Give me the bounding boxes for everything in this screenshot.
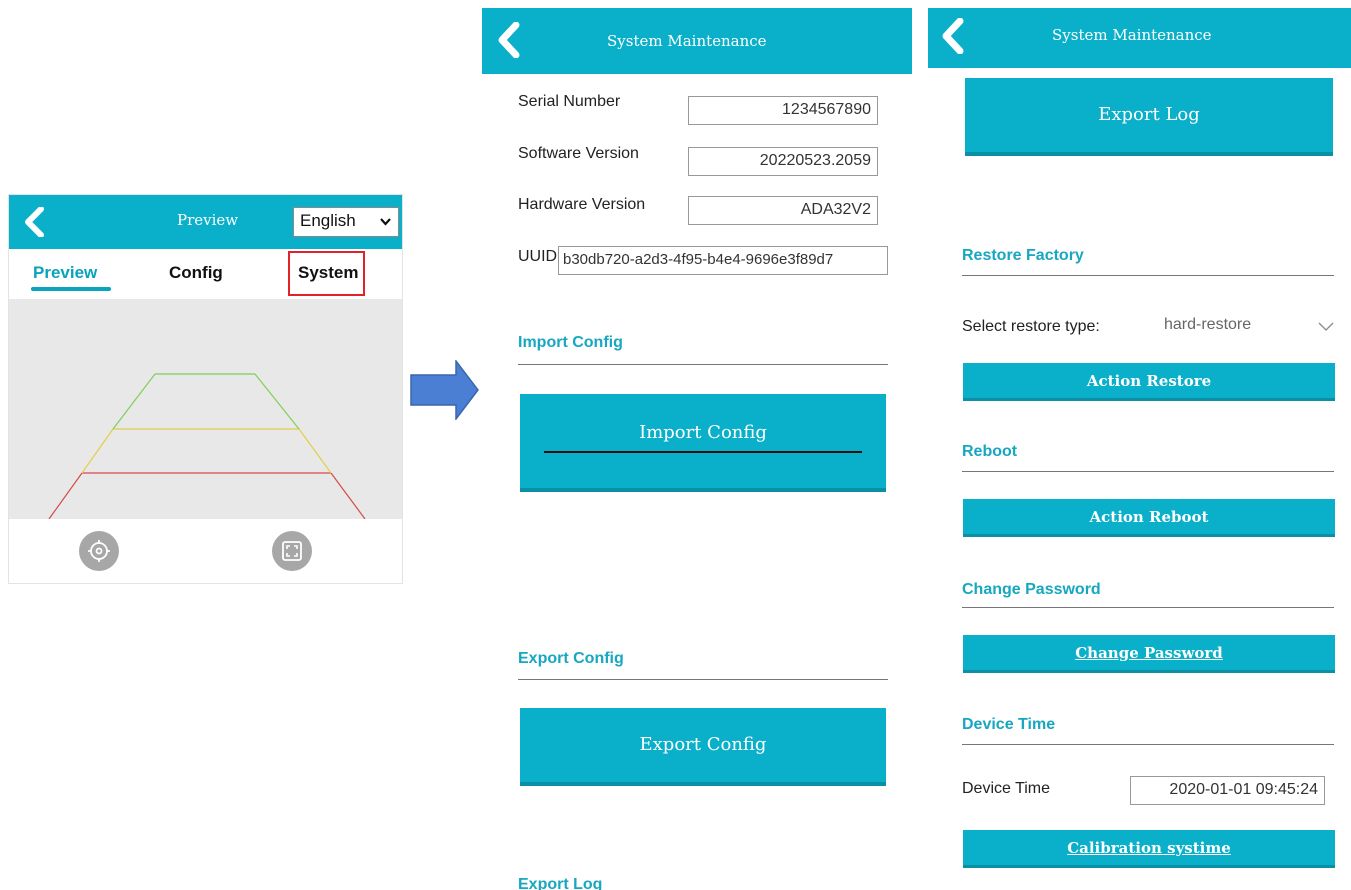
page-title: System Maintenance (1052, 26, 1212, 44)
export-config-section-title: Export Config (518, 650, 624, 667)
maintenance-header: System Maintenance (482, 8, 912, 74)
divider (962, 607, 1334, 608)
page-title: Preview (177, 211, 239, 229)
active-tab-indicator (31, 287, 111, 291)
action-reboot-button[interactable]: Action Reboot (963, 499, 1335, 537)
chevron-down-icon (380, 218, 391, 226)
export-config-button-label: Export Config (639, 734, 767, 755)
import-config-section-title: Import Config (518, 334, 623, 351)
calibration-systime-label: Calibration systime (1067, 839, 1231, 857)
chevron-down-icon[interactable] (1318, 322, 1334, 332)
divider (962, 744, 1334, 745)
back-chevron-icon[interactable] (496, 22, 520, 58)
import-config-button-label: Import Config (639, 422, 767, 443)
language-select[interactable]: English (293, 207, 399, 237)
hardware-version-label: Hardware Version (518, 196, 646, 213)
software-version-label: Software Version (518, 145, 639, 162)
export-log-button[interactable]: Export Log (965, 78, 1333, 156)
restore-factory-section-title: Restore Factory (962, 247, 1084, 264)
uuid-label: UUID (518, 248, 558, 265)
action-reboot-label: Action Reboot (1089, 508, 1209, 526)
calibration-systime-button[interactable]: Calibration systime (963, 830, 1335, 868)
maintenance-header: System Maintenance (928, 8, 1351, 68)
export-log-section-title: Export Log (518, 876, 603, 890)
target-button[interactable] (79, 531, 119, 571)
preview-screen: Preview English Preview Config System (8, 194, 403, 584)
input-underline (544, 451, 862, 453)
import-config-button[interactable]: Import Config (520, 394, 886, 492)
system-tab-highlight (288, 251, 365, 296)
serial-number-field: 1234567890 (688, 96, 878, 125)
maintenance-screen-2: System Maintenance Export Log Restore Fa… (928, 8, 1351, 890)
divider (962, 275, 1334, 276)
language-value: English (300, 211, 356, 230)
tab-preview[interactable]: Preview (33, 263, 97, 283)
fullscreen-button[interactable] (272, 531, 312, 571)
fullscreen-icon (282, 541, 302, 561)
back-chevron-icon[interactable] (23, 207, 45, 237)
software-version-field: 20220523.2059 (688, 147, 878, 176)
uuid-field: b30db720-a2d3-4f95-b4e4-9696e3f89d7 (558, 246, 888, 275)
restore-type-label: Select restore type: (962, 318, 1100, 335)
export-log-button-label: Export Log (1098, 104, 1200, 125)
action-restore-label: Action Restore (1086, 372, 1212, 390)
divider (962, 471, 1334, 472)
parking-guide-lines (48, 373, 366, 519)
divider (518, 679, 888, 680)
back-chevron-icon[interactable] (940, 18, 964, 54)
divider (518, 364, 888, 365)
device-time-label: Device Time (962, 780, 1051, 797)
change-password-section-title: Change Password (962, 581, 1101, 598)
restore-type-select[interactable]: hard-restore (1164, 316, 1251, 334)
device-time-section-title: Device Time (962, 716, 1056, 733)
reboot-section-title: Reboot (962, 443, 1018, 460)
change-password-button[interactable]: Change Password (963, 635, 1335, 673)
arrow-right-icon (410, 360, 479, 420)
preview-header: Preview English (9, 195, 402, 249)
hardware-version-field: ADA32V2 (688, 196, 878, 225)
target-icon (88, 540, 110, 562)
device-time-field[interactable]: 2020-01-01 09:45:24 (1130, 776, 1325, 805)
action-restore-button[interactable]: Action Restore (963, 363, 1335, 401)
page-title: System Maintenance (607, 32, 767, 50)
maintenance-screen-1: System Maintenance Serial Number 1234567… (482, 8, 912, 890)
change-password-label: Change Password (1075, 644, 1223, 662)
export-config-button[interactable]: Export Config (520, 708, 886, 786)
camera-preview (9, 299, 402, 519)
tab-config[interactable]: Config (169, 263, 223, 283)
serial-number-label: Serial Number (518, 93, 621, 110)
